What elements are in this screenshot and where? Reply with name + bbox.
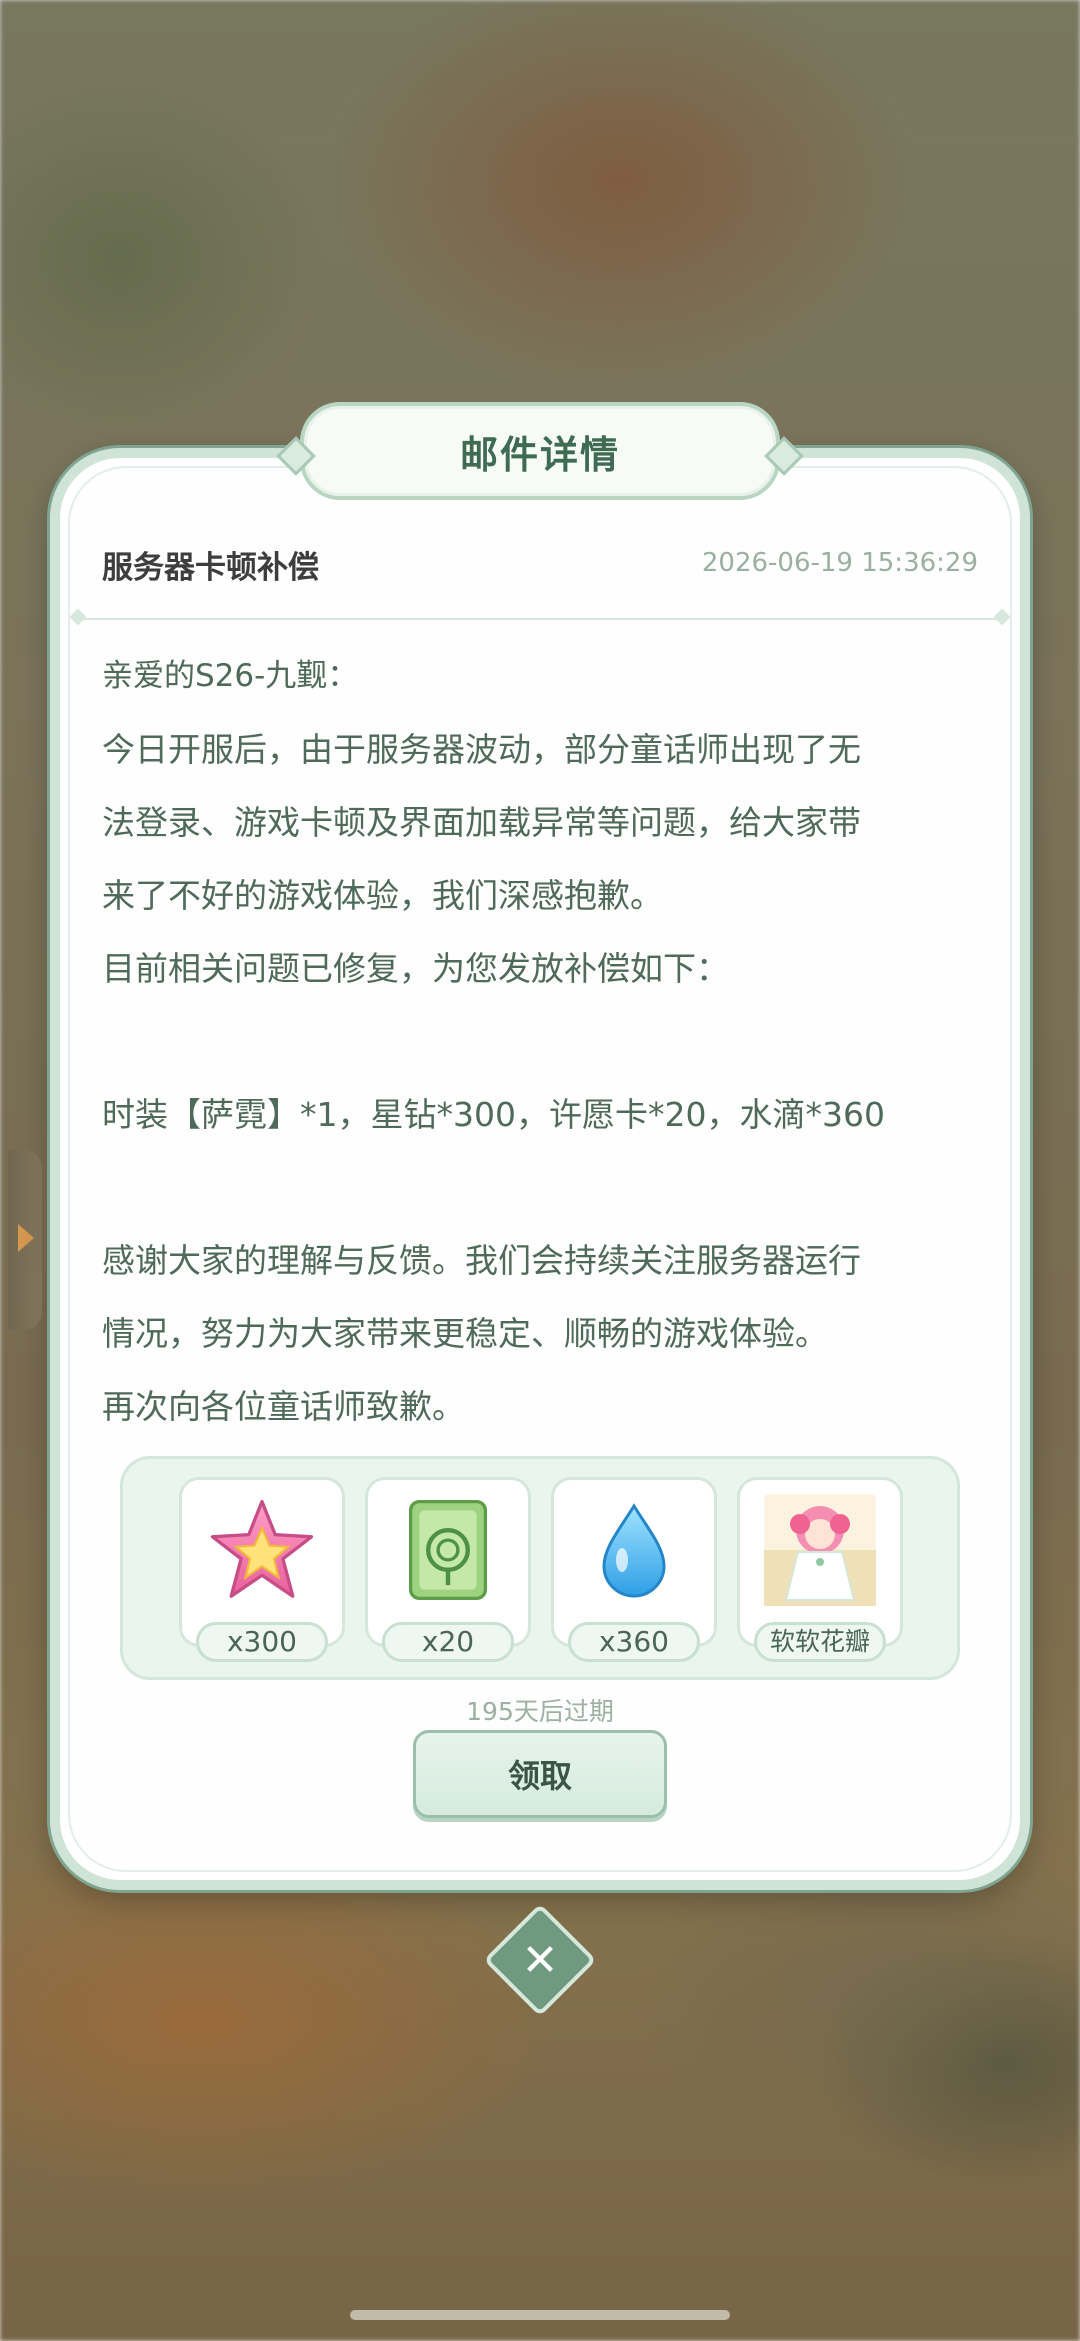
reward-item[interactable]: x360 [551, 1477, 717, 1662]
reward-name: 软软花瓣 [754, 1622, 886, 1662]
mail-body-line [102, 1151, 982, 1224]
mail-body-line: 法登录、游戏卡顿及界面加载异常等问题，给大家带 [102, 803, 861, 842]
dialog-title: 邮件详情 [459, 432, 620, 477]
mail-body-line: 时装【萨霓】*1，星钻*300，许愿卡*20，水滴*360 [102, 1095, 885, 1134]
reward-quantity: x20 [382, 1622, 514, 1662]
arrow-right-icon [18, 1224, 34, 1252]
reward-item[interactable]: x20 [365, 1477, 531, 1662]
mail-body-line [102, 1005, 982, 1078]
dialog-title-plaque: 邮件详情 [276, 402, 804, 500]
mail-timestamp: 2026-06-19 15:36:29 [701, 548, 978, 578]
reward-item[interactable]: x300 [179, 1477, 345, 1662]
expire-notice: 195天后过期 [466, 1697, 614, 1726]
mail-body: 亲爱的S26-九觐： 今日开服后，由于服务器波动，部分童话师出现了无 法登录、游… [102, 640, 982, 1443]
side-drawer-tab[interactable] [8, 1150, 42, 1330]
mail-body-line: 来了不好的游戏体验，我们深感抱歉。 [102, 876, 663, 915]
mail-body-line: 再次向各位童话师致歉。 [102, 1387, 465, 1426]
home-indicator[interactable] [350, 2310, 730, 2320]
reward-quantity: x360 [568, 1622, 700, 1662]
star-diamond-icon [182, 1480, 342, 1620]
water-drop-icon [554, 1480, 714, 1620]
mail-body-line: 感谢大家的理解与反馈。我们会持续关注服务器运行 [102, 1241, 861, 1280]
reward-quantity: x300 [196, 1622, 328, 1662]
reward-panel: x300 x20 x360 软软花瓣 [120, 1456, 960, 1680]
costume-portrait-icon [740, 1480, 900, 1620]
mail-body-line: 目前相关问题已修复，为您发放补偿如下： [102, 949, 729, 988]
header-divider [76, 618, 1004, 620]
mail-body-line: 情况，努力为大家带来更稳定、顺畅的游戏体验。 [102, 1314, 828, 1353]
mail-body-line: 今日开服后，由于服务器波动，部分童话师出现了无 [102, 730, 861, 769]
mail-subject: 服务器卡顿补偿 [102, 550, 319, 586]
claim-button[interactable]: 领取 [413, 1730, 667, 1818]
wish-card-icon [368, 1480, 528, 1620]
reward-item[interactable]: 软软花瓣 [737, 1477, 903, 1662]
mail-greeting: 亲爱的S26-九觐： [102, 658, 359, 694]
